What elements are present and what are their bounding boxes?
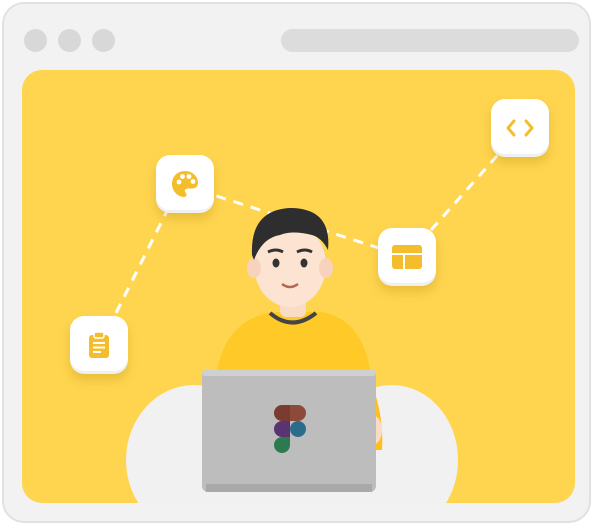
code-icon — [506, 119, 534, 137]
palette-icon — [172, 171, 198, 197]
clipboard-icon — [89, 331, 109, 358]
window-close-button[interactable] — [24, 29, 47, 52]
palette-tile — [156, 155, 214, 213]
code-tile — [491, 99, 549, 157]
layout-icon — [392, 245, 422, 269]
window-minimize-button[interactable] — [58, 29, 81, 52]
illustration-area — [22, 70, 575, 503]
address-bar[interactable] — [281, 29, 579, 52]
clipboard-tile — [70, 316, 128, 374]
layout-tile — [378, 228, 436, 286]
window-maximize-button[interactable] — [92, 29, 115, 52]
